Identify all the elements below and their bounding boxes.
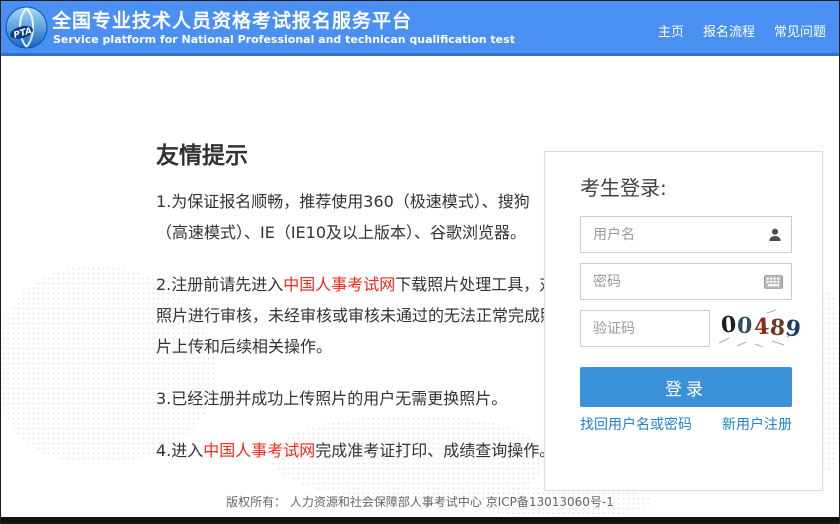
- login-button[interactable]: 登录: [580, 367, 792, 407]
- username-field: [580, 216, 792, 253]
- nav-faq-link[interactable]: 常见问题: [774, 21, 826, 40]
- tips-title: 友情提示: [156, 136, 556, 170]
- keyboard-icon: [764, 275, 783, 289]
- password-field: [580, 263, 792, 300]
- site-subtitle: Service platform for National Profession…: [53, 33, 515, 46]
- top-nav: 主页 报名流程 常见问题: [658, 21, 826, 40]
- login-panel: 考生登录:: [544, 151, 823, 491]
- user-icon: [767, 227, 783, 243]
- login-links: 找回用户名或密码 新用户注册: [580, 414, 792, 434]
- tip-paragraph-4: 4.进入中国人事考试网完成准考证打印、成绩查询操作。: [156, 435, 556, 466]
- nav-process-link[interactable]: 报名流程: [703, 21, 755, 40]
- cpta-site-link[interactable]: 中国人事考试网: [283, 275, 395, 294]
- captcha-input[interactable]: [580, 310, 710, 347]
- register-link[interactable]: 新用户注册: [722, 414, 792, 434]
- captcha-field: [580, 310, 710, 347]
- captcha-digits: 00489: [721, 312, 803, 338]
- tip-paragraph-2: 2.注册前请先进入中国人事考试网下载照片处理工具，对照片进行审核，未经审核或审核…: [156, 269, 556, 362]
- friendly-tips: 友情提示 1.为保证报名顺畅，推荐使用360（极速模式）、搜狗（高速模式）、IE…: [156, 136, 556, 487]
- password-input[interactable]: [580, 263, 792, 300]
- site-title: 全国专业技术人员资格考试报名服务平台: [52, 6, 412, 33]
- pta-logo-icon: PTA: [5, 6, 48, 49]
- login-title: 考生登录:: [580, 172, 667, 201]
- header: PTA 全国专业技术人员资格考试报名服务平台 Service platform …: [1, 1, 839, 56]
- nav-home-link[interactable]: 主页: [658, 21, 684, 40]
- bottom-bar: [1, 517, 839, 523]
- cpta-site-link[interactable]: 中国人事考试网: [203, 441, 315, 460]
- forgot-password-link[interactable]: 找回用户名或密码: [580, 414, 692, 434]
- username-input[interactable]: [580, 216, 792, 253]
- tip-paragraph-3: 3.已经注册并成功上传照片的用户无需更换照片。: [156, 383, 556, 414]
- captcha-image[interactable]: 00489: [717, 307, 803, 349]
- page: PTA 全国专业技术人员资格考试报名服务平台 Service platform …: [0, 0, 840, 524]
- copyright-text: 版权所有： 人力资源和社会保障部人事考试中心 京ICP备13013060号-1: [1, 493, 839, 510]
- tip-paragraph-1: 1.为保证报名顺畅，推荐使用360（极速模式）、搜狗（高速模式）、IE（IE10…: [156, 186, 556, 248]
